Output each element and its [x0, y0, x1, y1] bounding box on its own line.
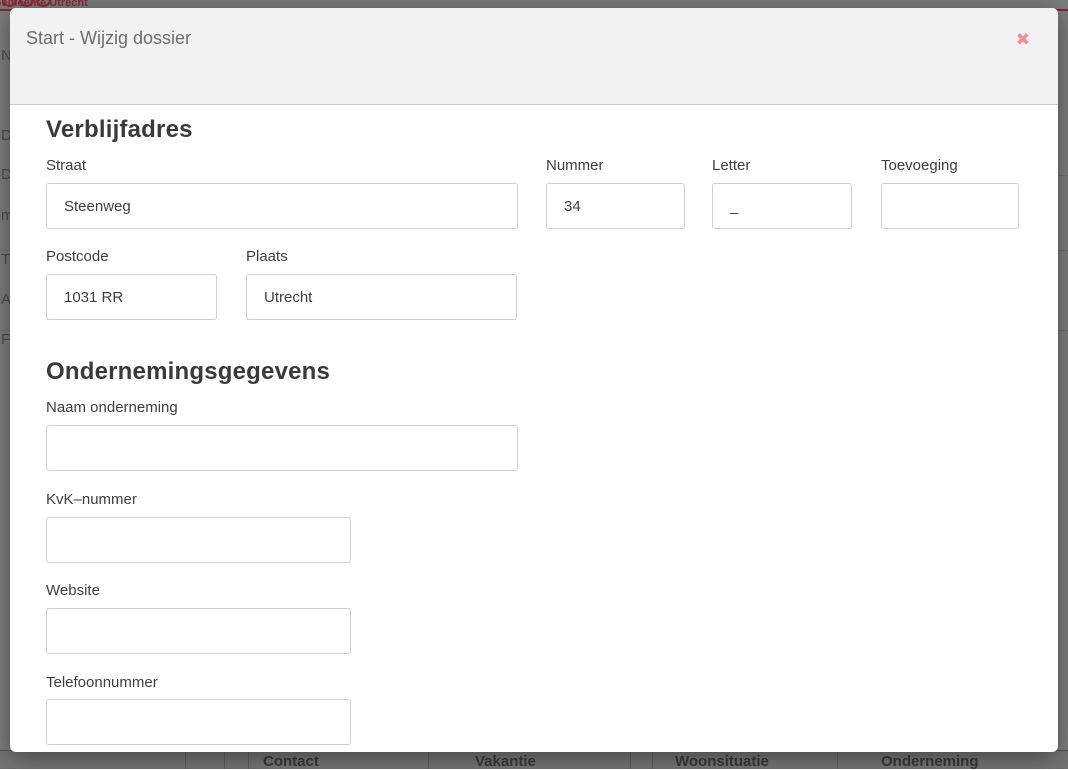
dialog-title: Start - Wijzig dossier — [26, 29, 191, 48]
website-input[interactable] — [46, 608, 351, 654]
background-text-fragment: F — [1, 332, 10, 348]
column-divider — [652, 751, 653, 769]
letter-input[interactable] — [712, 183, 852, 229]
postcode-input[interactable] — [46, 274, 217, 320]
website-label: Website — [46, 583, 100, 599]
telefoonnummer-label: Telefoonnummer — [46, 675, 158, 691]
column-divider — [185, 751, 186, 769]
dialog-header: Start - Wijzig dossier ✖ — [10, 8, 1058, 105]
naam-onderneming-input[interactable] — [46, 425, 518, 471]
letter-label: Letter — [712, 158, 750, 174]
toevoeging-label: Toevoeging — [881, 158, 958, 174]
kvk-nummer-input[interactable] — [46, 517, 351, 563]
toevoeging-input[interactable] — [881, 183, 1019, 229]
straat-input[interactable] — [46, 183, 518, 229]
background-text-fragment: T — [1, 252, 10, 268]
naam-onderneming-label: Naam onderneming — [46, 400, 178, 416]
section-heading-ondernemingsgegevens: Ondernemingsgegevens — [46, 359, 330, 385]
column-divider — [630, 751, 631, 769]
plaats-input[interactable] — [246, 274, 517, 320]
section-heading-verblijfadres: Verblijfadres — [46, 117, 193, 143]
nummer-label: Nummer — [546, 158, 604, 174]
close-icon: ✖ — [1016, 30, 1030, 50]
background-table-header: Contact Vakantie Woonsituatie Ondernemin… — [0, 750, 1068, 769]
straat-label: Straat — [46, 158, 86, 174]
wijzig-dossier-dialog: Start - Wijzig dossier ✖ Verblijfadres S… — [10, 8, 1058, 752]
close-button[interactable]: ✖ — [1014, 30, 1032, 51]
column-divider — [224, 751, 225, 769]
column-divider — [428, 751, 429, 769]
telefoonnummer-input[interactable] — [46, 699, 351, 745]
column-divider — [248, 751, 249, 769]
column-divider — [837, 751, 838, 769]
plaats-label: Plaats — [246, 249, 288, 265]
postcode-label: Postcode — [46, 249, 109, 265]
nummer-input[interactable] — [546, 183, 685, 229]
kvk-nummer-label: KvK–nummer — [46, 492, 137, 508]
